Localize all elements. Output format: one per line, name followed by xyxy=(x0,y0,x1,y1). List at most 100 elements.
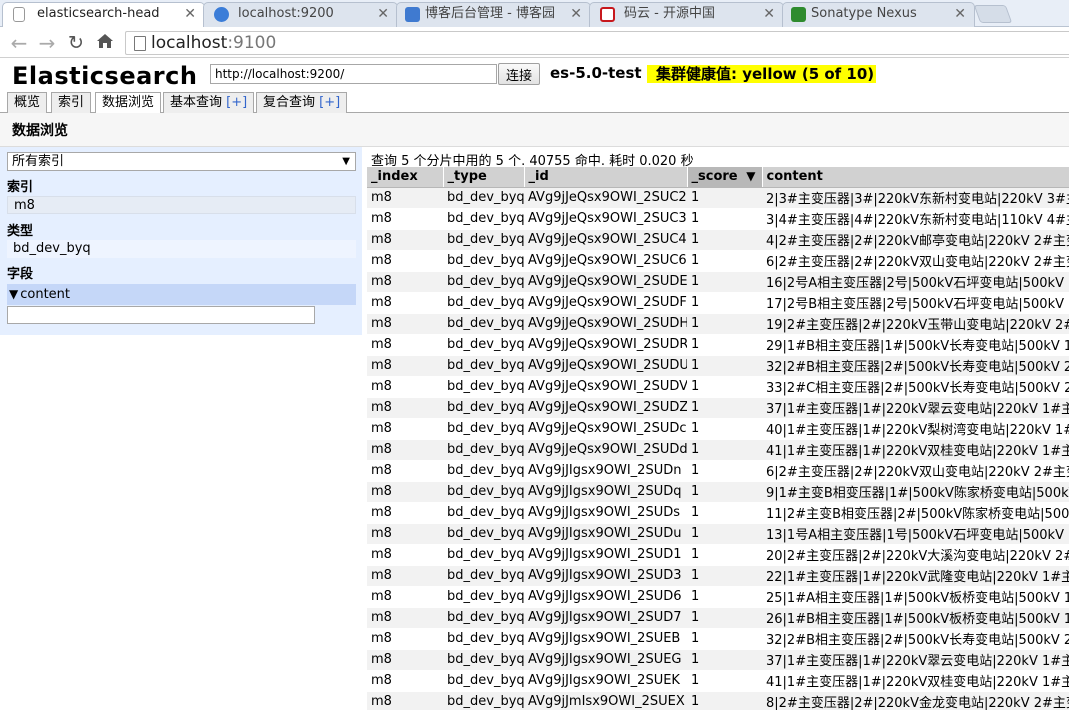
browser-tab-gitee[interactable]: 码云 - 开源中国 ✕ xyxy=(589,2,784,27)
table-row[interactable]: m8 bd_dev_byq AVg9jJIgsx9OWI_2SUD3 1 22|1#主变… xyxy=(367,565,1069,587)
cell-index: m8 xyxy=(367,271,443,293)
browser-tab-cnblogs[interactable]: 博客后台管理 - 博客园 ✕ xyxy=(396,2,591,27)
cell-index: m8 xyxy=(367,565,443,587)
table-row[interactable]: m8 bd_dev_byq AVg9jJeQsx9OWI_2SUDZ 1 37|1#主变… xyxy=(367,397,1069,419)
table-row[interactable]: m8 bd_dev_byq AVg9jJeQsx9OWI_2SUDF 1 17|2号B相… xyxy=(367,292,1069,314)
column-header-type[interactable]: _type xyxy=(443,167,525,188)
cell-type: bd_dev_byq xyxy=(443,607,524,629)
field-filter-input[interactable] xyxy=(7,306,315,324)
dropdown-arrow-icon: ▼ xyxy=(342,156,350,167)
table-row[interactable]: m8 bd_dev_byq AVg9jJIgsx9OWI_2SUEB 1 32|2#B相… xyxy=(367,628,1069,650)
cell-id: AVg9jJIgsx9OWI_2SUDn xyxy=(524,460,687,482)
filter-sidebar: 所有索引 ▼ 索引 m8 类型 bd_dev_byq 字段 ▼ content xyxy=(0,147,362,335)
cell-id: AVg9jJeQsx9OWI_2SUDR xyxy=(524,334,687,356)
table-row[interactable]: m8 bd_dev_byq AVg9jJIgsx9OWI_2SUDq 1 9|1#主变B… xyxy=(367,481,1069,503)
document-icon xyxy=(13,7,25,22)
caret-down-icon: ▼ xyxy=(9,287,19,301)
cell-id: AVg9jJeQsx9OWI_2SUDF xyxy=(524,292,687,314)
cell-score: 1 xyxy=(687,502,762,524)
table-row[interactable]: m8 bd_dev_byq AVg9jJeQsx9OWI_2SUC2 1 2|3#主变压… xyxy=(367,187,1069,209)
page-title: 数据浏览 xyxy=(12,123,68,139)
close-icon[interactable]: ✕ xyxy=(763,3,775,25)
table-row[interactable]: m8 bd_dev_byq AVg9jJeQsx9OWI_2SUC6 1 6|2#主变压… xyxy=(367,250,1069,272)
cell-type: bd_dev_byq xyxy=(443,292,524,314)
cell-id: AVg9jJeQsx9OWI_2SUDH xyxy=(524,313,687,335)
index-select[interactable]: 所有索引 ▼ xyxy=(7,152,356,171)
table-row[interactable]: m8 bd_dev_byq AVg9jJIgsx9OWI_2SUEK 1 41|1#主变… xyxy=(367,670,1069,692)
table-row[interactable]: m8 bd_dev_byq AVg9jJeQsx9OWI_2SUDU 1 32|2#B相… xyxy=(367,355,1069,377)
field-filter-item[interactable]: ▼ content xyxy=(7,284,356,305)
cell-score: 1 xyxy=(687,544,762,566)
table-row[interactable]: m8 bd_dev_byq AVg9jJmIsx9OWI_2SUEX 1 8|2#主变压… xyxy=(367,691,1069,710)
type-filter-item[interactable]: bd_dev_byq xyxy=(7,240,356,258)
cell-type: bd_dev_byq xyxy=(443,208,524,230)
cell-type: bd_dev_byq xyxy=(443,565,524,587)
add-tab-link[interactable]: [+] xyxy=(319,95,340,110)
table-row[interactable]: m8 bd_dev_byq AVg9jJeQsx9OWI_2SUDE 1 16|2号A相… xyxy=(367,271,1069,293)
cell-content: 37|1#主变压器|1#|220kV翠云变电站|220kV 1#主变 xyxy=(762,397,1069,419)
connection-url-input[interactable] xyxy=(210,64,497,84)
tab-browser[interactable]: 数据浏览 xyxy=(95,92,162,114)
table-row[interactable]: m8 bd_dev_byq AVg9jJeQsx9OWI_2SUDH 1 19|2#主变… xyxy=(367,313,1069,335)
table-row[interactable]: m8 bd_dev_byq AVg9jJIgsx9OWI_2SUD1 1 20|2#主变… xyxy=(367,544,1069,566)
nexus-icon xyxy=(791,7,806,22)
tab-compound-query[interactable]: 复合查询 [+] xyxy=(256,92,348,113)
section-title-bar: 数据浏览 xyxy=(0,113,1069,147)
cnblogs-icon xyxy=(405,7,420,22)
cell-type: bd_dev_byq xyxy=(443,691,524,710)
cell-type: bd_dev_byq xyxy=(443,670,524,692)
close-icon[interactable]: ✕ xyxy=(570,3,582,25)
tab-basic-query[interactable]: 基本查询 [+] xyxy=(163,92,255,113)
cell-index: m8 xyxy=(367,187,443,209)
table-row[interactable]: m8 bd_dev_byq AVg9jJeQsx9OWI_2SUC4 1 4|2#主变压… xyxy=(367,229,1069,251)
add-tab-link[interactable]: [+] xyxy=(226,95,247,110)
column-header-content[interactable]: content xyxy=(762,167,1069,188)
cell-index: m8 xyxy=(367,607,443,629)
cell-id: AVg9jJIgsx9OWI_2SUEK xyxy=(524,670,687,692)
close-icon[interactable]: ✕ xyxy=(377,3,389,25)
cell-type: bd_dev_byq xyxy=(443,397,524,419)
new-tab-button[interactable] xyxy=(973,5,1013,23)
home-icon[interactable] xyxy=(94,32,116,54)
browser-toolbar: ← → ↻ localhost:9100 xyxy=(0,27,1069,58)
cell-id: AVg9jJeQsx9OWI_2SUDU xyxy=(524,355,687,377)
connect-button[interactable]: 连接 xyxy=(498,63,540,85)
results-table-container[interactable]: _index _type _id _score ▼ content m8 bd_de… xyxy=(367,167,1069,710)
cell-id: AVg9jJeQsx9OWI_2SUDV xyxy=(524,376,687,398)
close-icon[interactable]: ✕ xyxy=(954,3,966,25)
close-icon[interactable]: ✕ xyxy=(184,3,196,25)
table-row[interactable]: m8 bd_dev_byq AVg9jJIgsx9OWI_2SUDu 1 13|1号A相… xyxy=(367,523,1069,545)
table-row[interactable]: m8 bd_dev_byq AVg9jJeQsx9OWI_2SUDR 1 29|1#B相… xyxy=(367,334,1069,356)
sort-desc-icon: ▼ xyxy=(746,169,756,184)
reload-icon[interactable]: ↻ xyxy=(65,32,87,54)
back-arrow-icon[interactable]: ← xyxy=(8,32,30,54)
table-row[interactable]: m8 bd_dev_byq AVg9jJeQsx9OWI_2SUC3 1 3|4#主变压… xyxy=(367,208,1069,230)
cell-content: 16|2号A相主变压器|2号|500kV石坪变电站|500kV 2号 xyxy=(762,271,1069,293)
table-row[interactable]: m8 bd_dev_byq AVg9jJeQsx9OWI_2SUDc 1 40|1#主变… xyxy=(367,418,1069,440)
forward-arrow-icon[interactable]: → xyxy=(36,32,58,54)
cell-score: 1 xyxy=(687,523,762,545)
table-row[interactable]: m8 bd_dev_byq AVg9jJeQsx9OWI_2SUDd 1 41|1#主变… xyxy=(367,439,1069,461)
table-row[interactable]: m8 bd_dev_byq AVg9jJIgsx9OWI_2SUEG 1 37|1#主变… xyxy=(367,649,1069,671)
table-row[interactable]: m8 bd_dev_byq AVg9jJIgsx9OWI_2SUDn 1 6|2#主变压… xyxy=(367,460,1069,482)
browser-tab-elasticsearch-head[interactable]: elasticsearch-head ✕ xyxy=(2,2,205,28)
browser-tab-localhost-9200[interactable]: localhost:9200 ✕ xyxy=(203,2,398,27)
column-header-index[interactable]: _index xyxy=(367,167,444,188)
tab-overview[interactable]: 概览 xyxy=(7,92,48,113)
tab-indices[interactable]: 索引 xyxy=(51,92,92,113)
table-row[interactable]: m8 bd_dev_byq AVg9jJIgsx9OWI_2SUDs 1 11|2#主变… xyxy=(367,502,1069,524)
column-header-score[interactable]: _score ▼ xyxy=(687,167,763,188)
table-row[interactable]: m8 bd_dev_byq AVg9jJIgsx9OWI_2SUD6 1 25|1#A相… xyxy=(367,586,1069,608)
address-bar[interactable]: localhost:9100 xyxy=(125,31,1069,55)
cell-score: 1 xyxy=(687,418,762,440)
cell-content: 26|1#B相主变压器|1#|500kV板桥变电站|500kV 1#主 xyxy=(762,607,1069,629)
cell-type: bd_dev_byq xyxy=(443,229,524,251)
browser-tab-nexus[interactable]: Sonatype Nexus ✕ xyxy=(782,2,975,27)
cell-score: 1 xyxy=(687,460,762,482)
table-row[interactable]: m8 bd_dev_byq AVg9jJIgsx9OWI_2SUD7 1 26|1#B相… xyxy=(367,607,1069,629)
cell-content: 13|1号A相主变压器|1号|500kV石坪变电站|500kV 1号 xyxy=(762,523,1069,545)
cell-index: m8 xyxy=(367,334,443,356)
index-filter-item[interactable]: m8 xyxy=(7,196,356,214)
column-header-id[interactable]: _id xyxy=(524,167,688,188)
table-row[interactable]: m8 bd_dev_byq AVg9jJeQsx9OWI_2SUDV 1 33|2#C相… xyxy=(367,376,1069,398)
